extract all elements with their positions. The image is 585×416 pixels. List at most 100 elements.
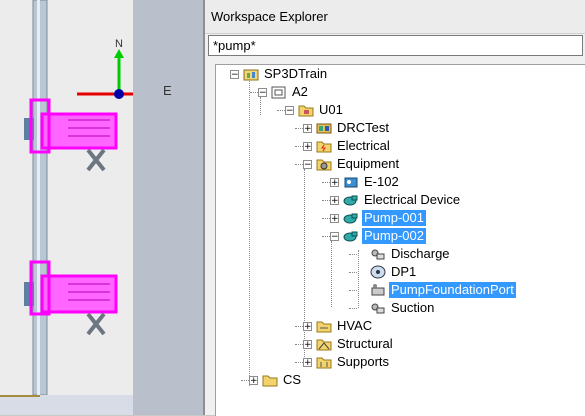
pump-002-base — [86, 312, 106, 336]
tree-node-label: E-102 — [364, 174, 399, 189]
tree-node-label: A2 — [292, 84, 308, 99]
expand-toggle-icon[interactable]: + — [249, 375, 258, 385]
tree-node-label: DRCTest — [337, 120, 390, 135]
tree-node[interactable]: + Structural — [303, 335, 395, 353]
workspace-explorer: Workspace Explorer − SP3DTrain − A2 − U01 + DRC… — [205, 0, 585, 416]
tree-line — [249, 79, 250, 386]
expand-toggle-icon[interactable]: + — [330, 195, 339, 205]
tree-line — [295, 362, 303, 363]
tree-node[interactable]: + Supports — [303, 353, 391, 371]
plant-icon — [243, 67, 259, 81]
tree-node[interactable]: − Equipment — [303, 155, 401, 173]
tree-node-label: U01 — [319, 102, 343, 117]
pump-icon — [343, 211, 359, 225]
tree-node-label: Supports — [337, 354, 390, 369]
tree-node[interactable]: Suction — [357, 299, 436, 317]
graphic-viewport[interactable]: N — [0, 0, 133, 415]
nozzle-icon — [370, 247, 386, 261]
tree-node-label: Discharge — [391, 246, 450, 261]
collapse-toggle-icon[interactable]: − — [330, 231, 339, 241]
tree-node-label: Electrical — [337, 138, 390, 153]
expand-toggle-icon[interactable]: + — [303, 123, 312, 133]
tree-node-label: Suction — [391, 300, 435, 315]
tree-line — [295, 128, 303, 129]
tree-line — [250, 92, 258, 93]
tree-node-label: Pump-002 — [362, 228, 426, 244]
tree-node[interactable]: − U01 — [285, 101, 345, 119]
tree-node-label: DP1 — [391, 264, 417, 279]
datum-point-icon — [370, 265, 386, 279]
tree-line — [322, 236, 330, 237]
origin-marker — [114, 89, 124, 99]
collapse-toggle-icon[interactable]: − — [285, 105, 294, 115]
tree-line — [295, 344, 303, 345]
pump-002-body — [40, 274, 118, 314]
tree-node[interactable]: − A2 — [258, 83, 310, 101]
expand-toggle-icon[interactable]: + — [303, 321, 312, 331]
tree-line — [295, 326, 303, 327]
equipment-folder-icon — [316, 157, 332, 171]
structural-folder-icon — [316, 337, 332, 351]
unit-folder-icon — [298, 103, 314, 117]
tree-line — [322, 200, 330, 201]
expand-toggle-icon[interactable]: + — [330, 213, 339, 223]
collapse-toggle-icon[interactable]: − — [258, 87, 267, 97]
expand-toggle-icon[interactable]: + — [330, 177, 339, 187]
tree-node[interactable]: + HVAC — [303, 317, 374, 335]
tree-node-label: Pump-001 — [362, 210, 426, 226]
tree-node[interactable]: + Electrical — [303, 137, 392, 155]
tree-node[interactable]: + Electrical Device — [330, 191, 462, 209]
east-label: E — [163, 83, 172, 98]
tree-node[interactable]: PumpFoundationPort — [357, 281, 516, 299]
tree-line — [241, 380, 249, 381]
tree-line — [322, 182, 330, 183]
tree-node-label: SP3DTrain — [264, 66, 328, 81]
folder-icon — [262, 373, 278, 387]
tree-node[interactable]: DP1 — [357, 263, 418, 281]
viewport-background: E — [133, 0, 205, 415]
tree-line — [277, 110, 285, 111]
system-icon — [316, 121, 332, 135]
foundation-port-icon — [370, 283, 386, 297]
expand-toggle-icon[interactable]: + — [303, 141, 312, 151]
pump-icon — [343, 229, 359, 243]
tree-node[interactable]: + Pump-001 — [330, 209, 426, 227]
tree-node-label: PumpFoundationPort — [389, 282, 516, 298]
pump-001-body — [40, 112, 118, 150]
pump-001-base — [86, 148, 106, 172]
tree-line — [331, 241, 332, 307]
nozzle-icon — [370, 301, 386, 315]
tree-node-label: Equipment — [337, 156, 400, 171]
tree-node[interactable]: + CS — [249, 371, 303, 389]
tree-line — [322, 218, 330, 219]
tree-node[interactable]: − Pump-002 — [330, 227, 426, 245]
tree-node[interactable]: + E-102 — [330, 173, 401, 191]
supports-folder-icon — [316, 355, 332, 369]
north-label: N — [115, 38, 123, 50]
explorer-title: Workspace Explorer — [211, 9, 328, 24]
tree-node[interactable]: + DRCTest — [303, 119, 391, 137]
tree-node-label: Structural — [337, 336, 393, 351]
pipe-highlight — [37, 0, 40, 395]
collapse-toggle-icon[interactable]: − — [230, 69, 239, 79]
tree-node[interactable]: Discharge — [357, 245, 452, 263]
area-icon — [271, 85, 287, 99]
model-view[interactable]: N — [0, 0, 133, 415]
explorer-tree[interactable]: − SP3DTrain − A2 − U01 + DRCTest + Electrical − Equ… — [215, 64, 585, 416]
tree-node-label: HVAC — [337, 318, 373, 333]
viewport-ground — [0, 395, 133, 415]
tree-line — [295, 146, 303, 147]
explorer-title-bar: Workspace Explorer — [205, 0, 585, 34]
tree-node-label: Electrical Device — [364, 192, 461, 207]
collapse-toggle-icon[interactable]: − — [303, 159, 312, 169]
filter-input[interactable] — [208, 35, 583, 56]
tree-node[interactable]: − SP3DTrain — [230, 65, 329, 83]
tree-line — [349, 272, 357, 273]
equipment-icon — [343, 175, 359, 189]
expand-toggle-icon[interactable]: + — [303, 339, 312, 349]
tree-line — [349, 308, 357, 309]
tree-line — [349, 290, 357, 291]
tree-line — [295, 164, 303, 165]
tree-line — [349, 254, 357, 255]
expand-toggle-icon[interactable]: + — [303, 357, 312, 367]
